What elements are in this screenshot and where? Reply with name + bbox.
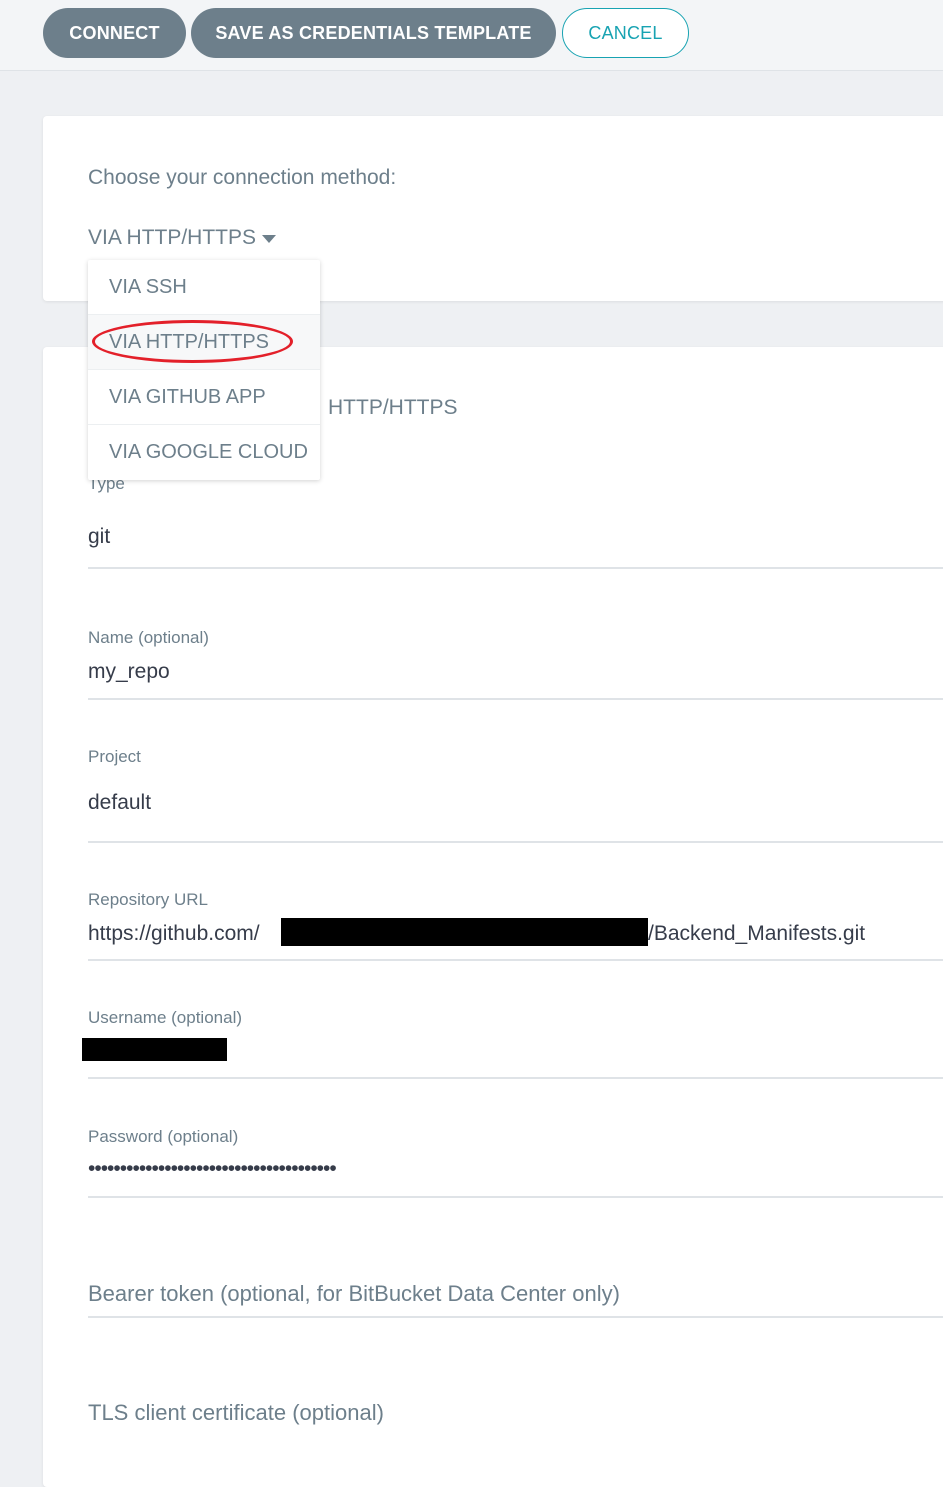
connect-button[interactable]: CONNECT bbox=[43, 8, 186, 58]
name-field[interactable]: my_repo bbox=[88, 660, 943, 684]
dropdown-option-label: VIA GITHUB APP bbox=[109, 385, 266, 408]
dropdown-option-label: VIA GOOGLE CLOUD bbox=[109, 441, 308, 463]
password-field[interactable]: ••••••••••••••••••••••••••••••••••••••• bbox=[88, 1157, 943, 1181]
username-label: Username (optional) bbox=[88, 1008, 243, 1027]
repository-url-prefix: https://github.com/ bbox=[88, 922, 260, 945]
repository-url-suffix: /Backend_Manifests.git bbox=[648, 922, 866, 945]
connection-method-dropdown: VIA SSH VIA HTTP/HTTPS VIA GITHUB APP VI… bbox=[88, 260, 320, 480]
redacted-owner-block bbox=[281, 918, 648, 946]
connection-method-selected: VIA HTTP/HTTPS bbox=[88, 226, 257, 249]
connection-method-select[interactable]: VIA HTTP/HTTPS bbox=[88, 226, 277, 250]
cancel-button[interactable]: CANCEL bbox=[562, 8, 689, 58]
project-underline bbox=[88, 841, 943, 843]
red-highlight-annotation bbox=[92, 320, 293, 363]
caret-down-icon bbox=[262, 235, 277, 243]
repository-url-label: Repository URL bbox=[88, 890, 208, 909]
save-as-credentials-template-button[interactable]: SAVE AS CREDENTIALS TEMPLATE bbox=[191, 8, 556, 58]
connection-method-prompt: Choose your connection method: bbox=[88, 166, 397, 189]
username-underline bbox=[88, 1077, 943, 1079]
type-field[interactable]: git bbox=[88, 525, 943, 549]
dropdown-option-label: VIA SSH bbox=[109, 275, 187, 298]
dropdown-option-github-app[interactable]: VIA GITHUB APP bbox=[88, 370, 320, 425]
redacted-username-block[interactable] bbox=[82, 1038, 227, 1061]
tls-client-certificate-field[interactable]: TLS client certificate (optional) bbox=[88, 1400, 943, 1426]
project-field[interactable]: default bbox=[88, 791, 943, 815]
dropdown-option-google-cloud[interactable]: VIA GOOGLE CLOUD bbox=[88, 425, 320, 480]
password-underline bbox=[88, 1196, 943, 1198]
name-label: Name (optional) bbox=[88, 628, 209, 647]
type-underline bbox=[88, 567, 943, 569]
password-label: Password (optional) bbox=[88, 1127, 239, 1146]
dropdown-option-http[interactable]: VIA HTTP/HTTPS bbox=[88, 315, 320, 370]
bearer-token-field[interactable]: Bearer token (optional, for BitBucket Da… bbox=[88, 1281, 943, 1307]
repository-url-field[interactable]: https://github.com/ bbox=[88, 922, 260, 946]
top-toolbar: CONNECT SAVE AS CREDENTIALS TEMPLATE CAN… bbox=[0, 0, 943, 71]
form-section-title: HTTP/HTTPS bbox=[328, 396, 458, 419]
project-label: Project bbox=[88, 747, 141, 766]
dropdown-option-ssh[interactable]: VIA SSH bbox=[88, 260, 320, 315]
bearer-token-underline bbox=[88, 1316, 943, 1318]
name-underline bbox=[88, 698, 943, 700]
repository-url-underline bbox=[88, 959, 943, 961]
